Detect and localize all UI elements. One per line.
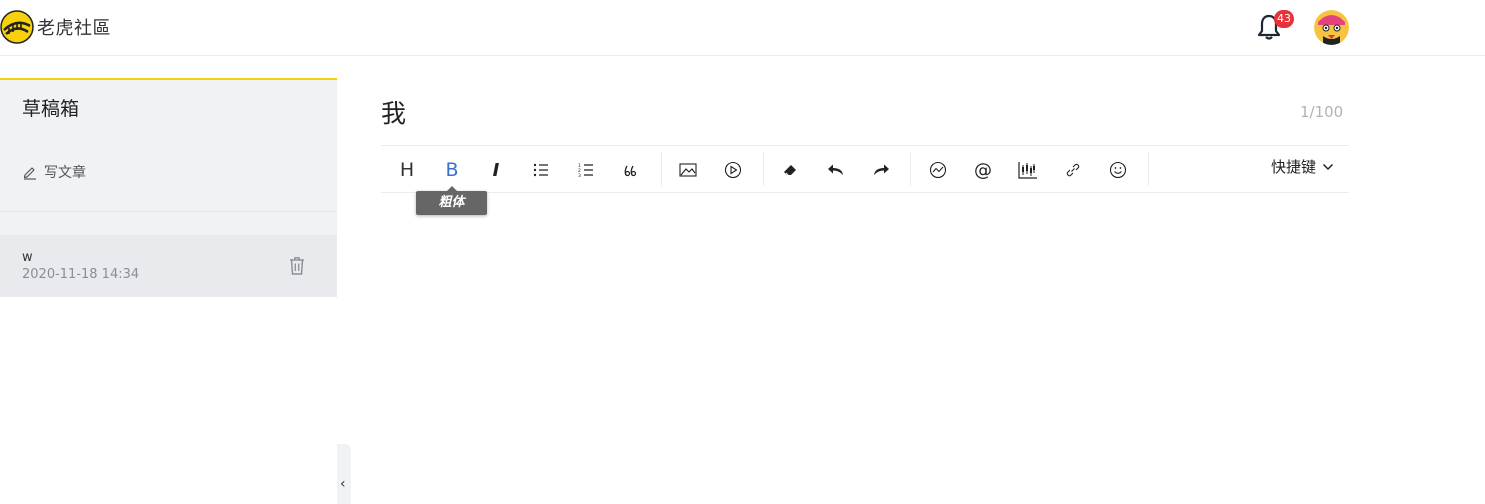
chevron-left-icon: ‹ [340, 476, 346, 492]
trend-chart-icon [929, 161, 947, 179]
logo[interactable]: 老虎社區 [0, 10, 111, 44]
quote-icon [624, 165, 637, 177]
video-play-icon [724, 161, 742, 179]
sidebar-header: 草稿箱 写文章 [0, 78, 337, 212]
at-sign-icon: @ [974, 159, 992, 181]
chevron-down-icon [1322, 163, 1334, 170]
draft-list-item[interactable]: w 2020-11-18 14:34 [0, 235, 337, 297]
bold-button[interactable]: B [440, 158, 464, 182]
write-article-label: 写文章 [44, 165, 86, 181]
italic-icon: I [492, 159, 500, 181]
pencil-icon [23, 167, 36, 180]
insert-link-button[interactable] [1061, 158, 1085, 182]
title-char-counter: 1/100 [1300, 103, 1344, 121]
undo-icon [828, 164, 843, 175]
insert-kline-button[interactable] [1016, 158, 1040, 182]
article-title-input[interactable] [381, 94, 1281, 130]
toolbar-divider [1148, 152, 1149, 186]
sidebar-spacer [0, 212, 337, 235]
eraser-icon [784, 165, 796, 177]
insert-image-button[interactable] [676, 158, 700, 182]
tiger-logo-icon [0, 10, 34, 44]
draft-date: 2020-11-18 14:34 [22, 267, 140, 282]
collapse-sidebar-button[interactable]: ‹ [337, 444, 351, 504]
toolbar-divider [910, 152, 911, 186]
toolbar-divider [763, 152, 764, 186]
candlestick-chart-icon [1018, 162, 1037, 179]
notification-badge: 43 [1274, 10, 1294, 28]
svg-text:3: 3 [578, 173, 581, 177]
avatar-image-icon [1314, 10, 1349, 45]
bold-icon: B [445, 159, 459, 181]
top-header: 老虎社區 43 [0, 0, 1485, 56]
numbered-list-icon: 1 2 3 [578, 163, 593, 177]
insert-stock-button[interactable] [926, 158, 950, 182]
bullet-list-button[interactable] [529, 158, 553, 182]
logo-text: 老虎社區 [37, 18, 111, 39]
insert-video-button[interactable] [721, 158, 745, 182]
numbered-list-button[interactable]: 1 2 3 [574, 158, 598, 182]
toolbar-divider [661, 152, 662, 186]
insert-emoji-button[interactable] [1106, 158, 1130, 182]
delete-draft-icon[interactable] [288, 256, 306, 276]
bold-tooltip: 粗体 [416, 186, 487, 215]
draft-title: w [22, 250, 33, 265]
shortcut-label: 快捷键 [1271, 158, 1317, 176]
write-article-button[interactable]: 写文章 [22, 162, 86, 182]
shortcut-keys-dropdown[interactable]: 快捷键 [1271, 156, 1334, 177]
heading-button[interactable]: H [395, 158, 419, 182]
image-icon [679, 163, 697, 177]
drafts-sidebar: 草稿箱 写文章 w 2020-11-18 14:34 [0, 78, 337, 504]
clear-format-button[interactable] [778, 158, 802, 182]
sidebar-title: 草稿箱 [22, 98, 80, 120]
italic-button[interactable]: I [484, 158, 508, 182]
link-icon [1066, 163, 1080, 177]
user-avatar[interactable] [1314, 10, 1349, 45]
quote-button[interactable] [619, 158, 643, 182]
smiley-emoji-icon [1109, 161, 1127, 179]
bullet-list-icon [533, 163, 548, 177]
heading-icon: H [399, 159, 415, 181]
mention-button[interactable]: @ [971, 158, 995, 182]
redo-icon [874, 164, 889, 175]
editor-toolbar: H B I 1 2 3 @ 快捷键 [381, 145, 1349, 193]
undo-button[interactable] [824, 158, 848, 182]
redo-button[interactable] [869, 158, 893, 182]
